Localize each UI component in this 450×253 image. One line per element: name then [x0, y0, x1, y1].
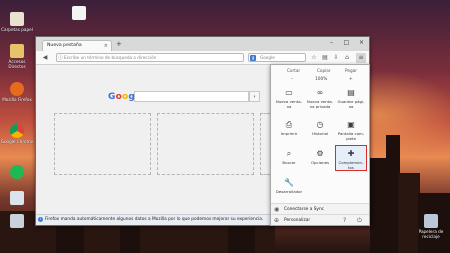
zoom-in-button[interactable]: +	[349, 77, 353, 82]
minimize-button[interactable]: –	[324, 37, 339, 49]
firefox-menu-panel: Cortar Copiar Pegar – 100% + ▭ Nueva ven…	[270, 64, 370, 226]
zoom-level[interactable]: 100%	[315, 77, 327, 82]
cut-button[interactable]: Cortar	[287, 68, 300, 73]
menu-item-label: Imprimir	[280, 131, 298, 136]
desktop-icon-top[interactable]	[62, 6, 96, 21]
menu-item-label: Buscar	[282, 160, 296, 165]
print-button[interactable]: ⎙ Imprimir	[275, 120, 303, 137]
menu-item-label: Nueva venta-na	[275, 99, 303, 109]
plus-icon: ⊕	[274, 217, 280, 224]
desktop-icon-firefox[interactable]: Mozilla Firefox	[0, 82, 34, 102]
addons-button[interactable]: ✚ Complemen-tos	[335, 145, 367, 171]
menu-item-label: Complemen-tos	[338, 160, 364, 170]
spotify-icon	[10, 165, 24, 179]
wrench-icon: 🔧	[284, 178, 294, 187]
url-bar[interactable]: ⓘ Escribe un término de búsqueda o direc…	[56, 53, 244, 62]
info-icon: ⓘ	[58, 55, 64, 61]
customize-button[interactable]: ⊕ Personalizar ? ⏻	[271, 214, 369, 225]
magnifier-icon: ⌕	[286, 149, 292, 158]
chrome-icon	[10, 124, 24, 138]
developer-button[interactable]: 🔧 Desarrollador	[275, 178, 303, 195]
power-icon[interactable]: ⏻	[357, 215, 362, 226]
help-icon[interactable]: ?	[343, 215, 346, 226]
menu-item-label: Desarrollador	[275, 189, 303, 194]
zoom-row: – 100% +	[271, 77, 369, 85]
fullscreen-icon: ▣	[347, 120, 355, 129]
menu-item-label: Opciones	[310, 160, 330, 165]
paste-button[interactable]: Pegar	[345, 68, 357, 73]
folder-icon	[10, 12, 24, 26]
document-icon	[72, 6, 86, 20]
tile-placeholder[interactable]	[260, 113, 270, 175]
menu-hamburger-icon[interactable]: ≡	[356, 53, 366, 63]
google-search-button[interactable]: ›	[249, 91, 260, 102]
options-button[interactable]: ⚙ Opciones	[306, 149, 334, 166]
menu-item-label: Guardar pági-na	[337, 99, 365, 109]
clock-icon: ◷	[316, 120, 324, 129]
window-icon: ▭	[285, 88, 293, 97]
new-window-button[interactable]: ▭ Nueva venta-na	[275, 88, 303, 109]
gear-icon: ⚙	[316, 149, 324, 158]
sync-label: Conectarse a Sync	[284, 207, 325, 212]
desktop-icon-label: Google Chrome	[0, 139, 34, 144]
tab-nueva-pestana[interactable]: Nueva pestaña ×	[42, 40, 112, 51]
google-search-input[interactable]	[134, 91, 249, 102]
download-icon[interactable]: ⇩	[331, 53, 341, 63]
maximize-button[interactable]: □	[339, 37, 354, 49]
recycle-bin-icon	[424, 214, 438, 228]
menu-item-label: Nueva venta-na privada	[306, 99, 334, 109]
history-button[interactable]: ◷ Historial	[306, 120, 334, 137]
home-icon[interactable]: ⌂	[342, 53, 352, 63]
close-window-button[interactable]: ×	[354, 37, 369, 49]
menu-item-label: Historial	[311, 131, 329, 136]
document-icon	[10, 191, 24, 205]
desktop-icon-label: Accesos Directos	[8, 59, 26, 69]
zoom-out-button[interactable]: –	[291, 77, 293, 82]
page-icon: ▤	[347, 88, 355, 97]
tab-label: Nueva pestaña	[47, 43, 82, 48]
search-engine-icon[interactable]: g	[250, 55, 256, 61]
document-icon	[10, 214, 24, 228]
desktop-icon-doc2[interactable]	[0, 214, 34, 229]
menu-item-label: Pantalla com-pleta	[337, 131, 365, 141]
mask-icon: ∞	[316, 88, 324, 97]
desktop-icon-accesos[interactable]: Accesos Directos	[0, 44, 34, 69]
printer-icon: ⎙	[285, 120, 293, 129]
customize-label: Personalizar	[284, 218, 311, 223]
url-placeholder: Escribe un término de búsqueda o direcci…	[64, 55, 157, 60]
desktop-icon-chrome[interactable]: Google Chrome	[0, 124, 34, 144]
puzzle-icon: ✚	[347, 149, 355, 158]
desktop-icon-label: Carpetas papel	[1, 27, 33, 32]
search-placeholder: Google	[260, 55, 275, 60]
title-bar: Nueva pestaña × + – □ ×	[36, 37, 369, 51]
desktop-icon-papelera[interactable]: Papelera de reciclaje	[414, 214, 448, 239]
info-icon: i	[38, 217, 43, 222]
search-bar[interactable]: g Google	[248, 53, 306, 62]
desktop-icon-doc[interactable]	[0, 191, 34, 206]
tile-placeholder[interactable]	[157, 113, 254, 175]
desktop-icon-label: Mozilla Firefox	[2, 97, 32, 102]
navigation-bar: ◀ ⓘ Escribe un término de búsqueda o dir…	[36, 51, 369, 65]
bookmarks-list-icon[interactable]: ▤	[320, 53, 330, 63]
bookmark-star-icon[interactable]: ☆	[309, 53, 319, 63]
desktop-icon-carpetas[interactable]: Carpetas papel	[0, 12, 34, 32]
copy-button[interactable]: Copiar	[317, 68, 331, 73]
sync-button[interactable]: ◉ Conectarse a Sync	[271, 203, 369, 214]
desktop-icon-spotify[interactable]	[0, 165, 34, 180]
close-tab-icon[interactable]: ×	[104, 41, 108, 51]
folder-icon	[10, 44, 24, 58]
notification-text: Firefox manda automáticamente algunos da…	[45, 217, 264, 222]
back-button[interactable]: ◀	[40, 53, 50, 63]
fullscreen-button[interactable]: ▣ Pantalla com-pleta	[337, 120, 365, 141]
new-tab-button[interactable]: +	[116, 40, 122, 49]
tile-placeholder[interactable]	[54, 113, 151, 175]
private-window-button[interactable]: ∞ Nueva venta-na privada	[306, 88, 334, 109]
save-page-button[interactable]: ▤ Guardar pági-na	[337, 88, 365, 109]
edit-row: Cortar Copiar Pegar	[271, 68, 369, 76]
firefox-icon	[10, 82, 24, 96]
desktop-icon-label: Papelera de reciclaje	[418, 229, 444, 239]
find-button[interactable]: ⌕ Buscar	[275, 149, 303, 166]
